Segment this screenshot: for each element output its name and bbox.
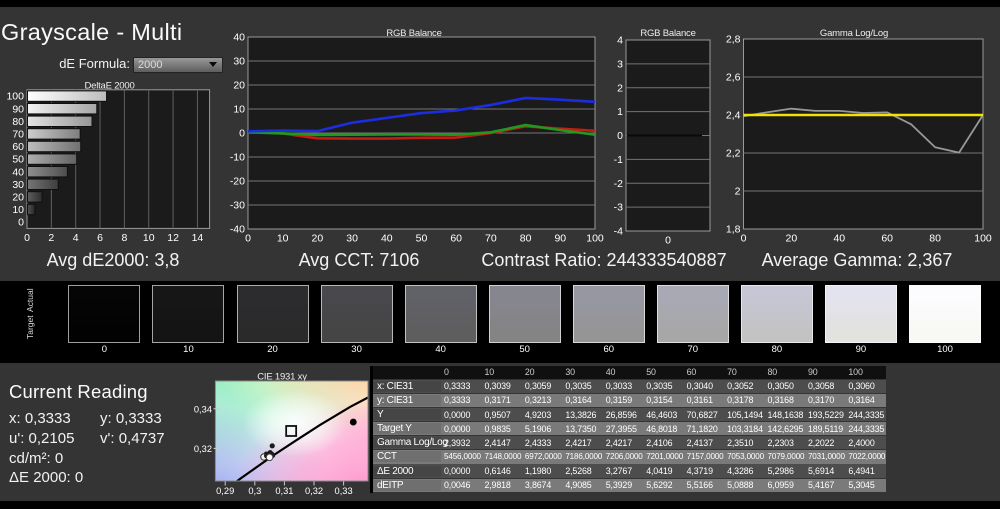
svg-text:2,8: 2,8 <box>726 34 741 46</box>
svg-text:0: 0 <box>741 233 747 245</box>
svg-text:50: 50 <box>416 233 428 245</box>
svg-text:-40: -40 <box>230 224 245 236</box>
svg-text:0: 0 <box>24 232 30 244</box>
svg-text:80: 80 <box>520 233 532 245</box>
svg-text:20: 20 <box>12 192 24 204</box>
svg-text:2: 2 <box>617 82 623 94</box>
svg-text:70: 70 <box>12 129 24 141</box>
svg-text:40: 40 <box>12 166 24 178</box>
svg-text:0: 0 <box>617 130 623 142</box>
svg-text:10: 10 <box>143 232 155 244</box>
svg-text:8: 8 <box>121 232 127 244</box>
svg-text:80: 80 <box>929 233 941 245</box>
svg-text:10: 10 <box>277 233 289 245</box>
svg-text:10: 10 <box>12 204 24 216</box>
svg-text:90: 90 <box>554 233 566 245</box>
svg-text:2,6: 2,6 <box>726 72 741 84</box>
svg-text:2: 2 <box>48 232 54 244</box>
svg-text:14: 14 <box>192 232 204 244</box>
svg-text:1,8: 1,8 <box>726 224 741 236</box>
svg-text:DeltaE 2000: DeltaE 2000 <box>84 81 134 92</box>
svg-text:0: 0 <box>665 235 671 247</box>
svg-text:0: 0 <box>245 233 251 245</box>
svg-text:0: 0 <box>18 217 24 229</box>
svg-text:50: 50 <box>12 154 24 166</box>
svg-text:90: 90 <box>12 103 24 115</box>
svg-text:80: 80 <box>12 116 24 128</box>
svg-text:30: 30 <box>346 233 358 245</box>
svg-text:100: 100 <box>6 91 24 103</box>
svg-text:0,31: 0,31 <box>275 486 293 496</box>
svg-text:20: 20 <box>786 233 798 245</box>
svg-text:-2: -2 <box>614 178 623 190</box>
svg-text:3: 3 <box>617 58 623 70</box>
svg-text:Gamma Log/Log: Gamma Log/Log <box>820 28 888 39</box>
svg-text:-4: -4 <box>614 226 623 238</box>
svg-text:70: 70 <box>485 233 497 245</box>
svg-text:40: 40 <box>833 233 845 245</box>
svg-text:-3: -3 <box>614 202 623 214</box>
svg-text:60: 60 <box>881 233 893 245</box>
svg-text:0,33: 0,33 <box>335 486 353 496</box>
svg-text:30: 30 <box>12 179 24 191</box>
svg-text:10: 10 <box>233 104 245 116</box>
svg-text:-30: -30 <box>230 200 245 212</box>
svg-text:0,32: 0,32 <box>305 486 323 496</box>
svg-text:0,3: 0,3 <box>248 486 261 496</box>
svg-text:20: 20 <box>233 80 245 92</box>
svg-text:40: 40 <box>381 233 393 245</box>
svg-text:2,2: 2,2 <box>726 148 741 160</box>
svg-text:-10: -10 <box>230 152 245 164</box>
svg-text:0,32: 0,32 <box>194 444 212 454</box>
svg-text:12: 12 <box>167 232 179 244</box>
svg-text:2,4: 2,4 <box>726 110 741 122</box>
svg-text:RGB Balance: RGB Balance <box>640 28 695 39</box>
svg-text:60: 60 <box>12 141 24 153</box>
svg-text:4: 4 <box>73 232 79 244</box>
svg-text:2: 2 <box>735 186 741 198</box>
svg-text:-1: -1 <box>614 154 623 166</box>
svg-text:20: 20 <box>312 233 324 245</box>
svg-text:40: 40 <box>233 32 245 44</box>
svg-text:1: 1 <box>617 106 623 118</box>
svg-text:4: 4 <box>617 35 623 47</box>
svg-text:100: 100 <box>974 233 992 245</box>
svg-text:30: 30 <box>233 56 245 68</box>
svg-text:0,29: 0,29 <box>216 486 234 496</box>
svg-text:RGB Balance: RGB Balance <box>386 28 441 39</box>
svg-text:0,34: 0,34 <box>194 404 212 414</box>
svg-text:0: 0 <box>239 128 245 140</box>
svg-text:6: 6 <box>97 232 103 244</box>
svg-text:-20: -20 <box>230 176 245 188</box>
svg-text:60: 60 <box>450 233 462 245</box>
